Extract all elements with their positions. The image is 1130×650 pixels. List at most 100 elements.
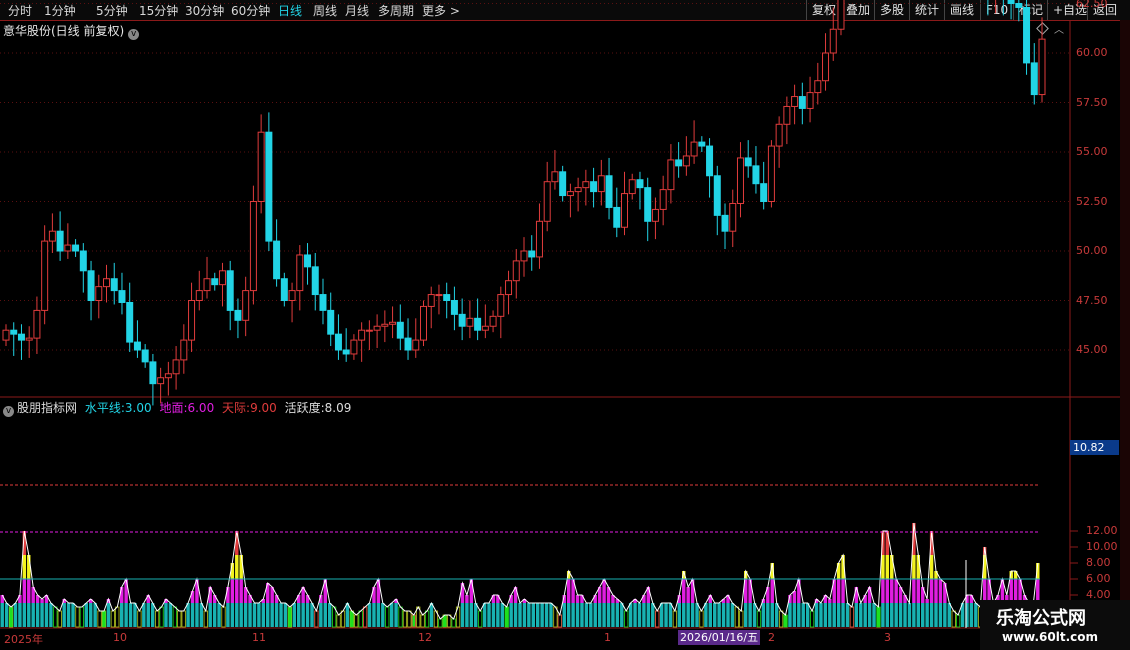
- indicator-bar: [8, 606, 14, 628]
- candle: [342, 328, 350, 362]
- level-label: 水平线:: [84, 401, 125, 415]
- indicator-bar: [474, 603, 478, 627]
- indicator-bar: [792, 591, 797, 627]
- indicator-bar: [394, 599, 398, 627]
- indicator-bar: [527, 603, 531, 627]
- indicator-bar: [159, 606, 164, 628]
- indicator-bar: [389, 603, 394, 627]
- candle: [188, 282, 196, 352]
- indicator-bar: [168, 603, 173, 627]
- indicator-bar: [57, 610, 62, 628]
- candle: [806, 76, 814, 123]
- indicator-bar: [805, 603, 810, 627]
- candle: [25, 326, 33, 358]
- indicator-bar: [482, 603, 487, 627]
- indicator-bar: [66, 603, 71, 627]
- indicator-bar: [93, 603, 97, 627]
- indicator-bar: [358, 610, 363, 628]
- indicator-bar: [79, 606, 84, 628]
- indicator-bar: [836, 563, 841, 627]
- indicator-bar: [783, 614, 788, 628]
- indicator-bar: [504, 606, 509, 628]
- indicator-bar: [451, 618, 456, 628]
- candle: [10, 322, 18, 356]
- price-tick: 62.50: [1076, 0, 1108, 10]
- indicator-bar: [903, 595, 907, 627]
- candle: [520, 237, 528, 277]
- indicator-bar: [154, 610, 160, 628]
- indicator-bar: [580, 595, 584, 627]
- indicator-bar: [71, 603, 75, 627]
- candle: [837, 0, 845, 36]
- indicator-bar: [0, 595, 4, 627]
- candle: [118, 272, 126, 315]
- indicator-bar: [266, 583, 270, 627]
- indicator-bar: [4, 603, 9, 627]
- indicator-bar: [549, 603, 553, 627]
- x-label-2025: 2025年: [4, 633, 43, 646]
- indicator-bar: [593, 595, 597, 627]
- indicator-bar: [756, 610, 762, 628]
- indicator-bar: [398, 606, 403, 628]
- candle: [489, 310, 497, 333]
- indicator-bar: [774, 603, 779, 627]
- indicator-bar: [438, 618, 443, 628]
- candle: [110, 262, 118, 305]
- candle: [33, 296, 41, 354]
- indicator-bar: [496, 595, 500, 627]
- cursor-date: 2026/01/16/五: [678, 630, 761, 645]
- indicator-bar: [243, 587, 248, 627]
- indicator-bar: [925, 599, 929, 627]
- right-info-strip: [1120, 20, 1130, 650]
- chevron-down-icon[interactable]: v: [3, 406, 14, 417]
- candle: [304, 243, 312, 285]
- indicator-bar: [535, 603, 540, 627]
- indicator-bar: [487, 603, 491, 627]
- indicator-bar: [212, 595, 217, 627]
- candle: [288, 282, 296, 323]
- cursor-value: 10.82: [1070, 440, 1119, 455]
- indicator-bar: [349, 610, 354, 628]
- indicator-bar: [411, 614, 416, 628]
- indicator-bar: [819, 603, 823, 627]
- indicator-bar: [708, 595, 713, 627]
- indicator-bar: [668, 603, 673, 627]
- indicator-bar: [890, 555, 894, 627]
- candle: [242, 276, 250, 337]
- x-label-2: 2: [768, 631, 775, 644]
- candle: [265, 112, 273, 251]
- indicator-bar: [172, 606, 177, 628]
- indicator-bar: [424, 610, 430, 628]
- candle: [195, 270, 203, 311]
- candle: [435, 284, 443, 315]
- candle: [141, 344, 149, 368]
- indicator-bar: [367, 603, 372, 627]
- indicator-bar: [522, 599, 527, 627]
- indicator-bar: [491, 595, 496, 627]
- main-chart: [0, 0, 1120, 630]
- candle: [17, 324, 25, 360]
- candle: [659, 175, 667, 226]
- watermark-title: 乐淘公式网: [996, 608, 1086, 629]
- candle: [987, 0, 989, 16]
- candle: [597, 159, 605, 206]
- indicator-bar: [279, 603, 283, 627]
- indicator-legend[interactable]: v 股朋指标网 水平线:3.00 地面:6.00 天际:9.00 活跃度:8.09: [3, 399, 355, 417]
- candle: [203, 256, 211, 299]
- candle: [706, 138, 714, 198]
- candle: [79, 243, 87, 293]
- indicator-bar: [287, 606, 292, 628]
- candle: [226, 260, 234, 331]
- candle: [1023, 0, 1031, 75]
- indicator-bar: [115, 606, 120, 628]
- indicator-bar: [876, 606, 881, 628]
- candle: [590, 167, 598, 208]
- indicator-bar: [186, 603, 190, 627]
- indicator-bar: [589, 603, 593, 627]
- candle: [249, 185, 257, 305]
- indicator-bar: [664, 603, 668, 627]
- candle: [535, 203, 543, 269]
- candle: [164, 361, 172, 396]
- indicator-bar: [557, 614, 562, 628]
- indicator-bar: [89, 599, 93, 627]
